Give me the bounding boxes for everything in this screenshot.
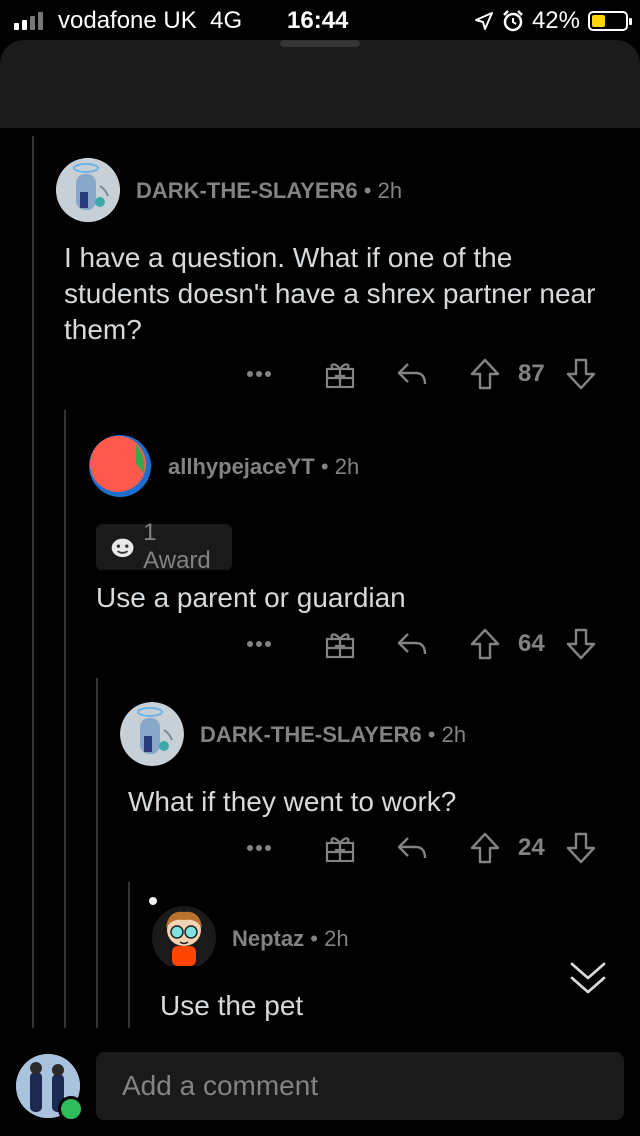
collapse-thread-button[interactable] xyxy=(566,958,610,998)
add-comment-placeholder: Add a comment xyxy=(122,1070,319,1101)
comment-meta: DARK-THE-SLAYER6 • 2h xyxy=(136,178,402,204)
status-right: 42% xyxy=(474,7,632,35)
battery-percent: 42% xyxy=(531,7,580,34)
comment-body: I have a question. What if one of the st… xyxy=(64,242,596,345)
thread-rail[interactable] xyxy=(128,882,130,1028)
give-award-button[interactable] xyxy=(324,828,356,868)
comment-age: 2h xyxy=(334,454,360,479)
avatar[interactable] xyxy=(120,702,184,766)
thread-rail[interactable] xyxy=(96,678,98,1028)
upvote-button[interactable] xyxy=(470,354,500,394)
separator-dot: • xyxy=(320,454,335,479)
drag-handle[interactable] xyxy=(280,40,360,47)
comment-meta: DARK-THE-SLAYER6 • 2h xyxy=(200,722,466,748)
gift-icon xyxy=(325,633,355,659)
status-bar: vodafone UK 4G 16:44 42% xyxy=(0,0,640,40)
vote-score: 64 xyxy=(518,630,545,657)
avatar[interactable] xyxy=(88,434,152,498)
comment-thread: DARK-THE-SLAYER6 • 2h I have a question.… xyxy=(0,128,640,1028)
more-options-button[interactable] xyxy=(246,624,272,664)
comment-composer-bar: Add a comment xyxy=(0,1040,640,1136)
add-comment-input[interactable]: Add a comment xyxy=(96,1052,624,1120)
comment-actions: 87 xyxy=(246,354,606,394)
alarm-icon xyxy=(503,10,523,32)
separator-dot: • xyxy=(310,926,325,951)
user-avatar-icon xyxy=(120,702,184,766)
clock: 16:44 xyxy=(287,7,349,34)
avatar[interactable] xyxy=(149,897,216,970)
upvote-icon xyxy=(470,628,500,660)
upvote-button[interactable] xyxy=(470,828,500,868)
thread-rail[interactable] xyxy=(64,410,66,1028)
reply-button[interactable] xyxy=(396,354,428,394)
downvote-button[interactable] xyxy=(566,624,596,664)
award-badge[interactable]: 1 Award xyxy=(96,519,232,574)
comment-age: 2h xyxy=(377,178,403,203)
more-icon xyxy=(247,371,271,377)
downvote-icon xyxy=(566,628,596,660)
gift-icon xyxy=(325,837,355,863)
thread-rail[interactable] xyxy=(32,136,34,1028)
gift-icon xyxy=(325,363,355,389)
battery-fill xyxy=(592,15,606,27)
upvote-icon xyxy=(470,358,500,390)
comment-meta: Neptaz • 2h xyxy=(232,926,349,952)
online-status-indicator xyxy=(58,1096,84,1122)
comment-actions: 24 xyxy=(246,828,606,868)
battery-icon xyxy=(588,11,632,31)
username[interactable]: allhypejaceYT xyxy=(168,454,315,479)
reply-button[interactable] xyxy=(396,828,428,868)
vote-score: 24 xyxy=(518,834,545,861)
comment-age: 2h xyxy=(441,722,467,747)
comment-age: 2h xyxy=(324,926,349,951)
signal-strength-icon xyxy=(14,12,43,30)
comment-meta: allhypejaceYT • 2h xyxy=(168,454,359,480)
comment-body: Use a parent or guardian xyxy=(96,582,406,613)
downvote-icon xyxy=(566,832,596,864)
username[interactable]: Neptaz xyxy=(232,926,304,951)
give-award-button[interactable] xyxy=(324,354,356,394)
carrier-label: vodafone UK 4G xyxy=(58,7,243,34)
chevron-double-down-icon xyxy=(570,962,606,994)
location-icon xyxy=(474,12,493,30)
username[interactable]: DARK-THE-SLAYER6 xyxy=(200,722,422,747)
downvote-icon xyxy=(566,358,596,390)
reply-button[interactable] xyxy=(396,624,428,664)
reply-icon xyxy=(397,363,427,385)
more-options-button[interactable] xyxy=(246,828,272,868)
comment-actions: 64 xyxy=(246,624,606,664)
more-options-button[interactable] xyxy=(246,354,272,394)
separator-dot: • xyxy=(363,178,378,203)
give-award-button[interactable] xyxy=(324,624,356,664)
downvote-button[interactable] xyxy=(566,354,596,394)
award-count: 1 Award xyxy=(143,519,211,574)
username[interactable]: DARK-THE-SLAYER6 xyxy=(136,178,358,203)
vote-score: 87 xyxy=(518,360,545,387)
user-avatar-icon xyxy=(149,897,216,966)
user-avatar-icon xyxy=(56,158,120,222)
more-icon xyxy=(247,845,271,851)
sheet-header xyxy=(0,40,640,128)
user-avatar-icon xyxy=(89,435,151,497)
comment-body: Use the pet xyxy=(160,990,304,1021)
reply-icon xyxy=(397,633,427,655)
upvote-button[interactable] xyxy=(470,624,500,664)
avatar[interactable] xyxy=(56,158,120,222)
comment-body: What if they went to work? xyxy=(128,786,457,817)
network-type: 4G xyxy=(210,7,243,34)
separator-dot: • xyxy=(427,722,442,747)
upvote-icon xyxy=(470,832,500,864)
downvote-button[interactable] xyxy=(566,828,596,868)
reply-icon xyxy=(397,837,427,859)
more-icon xyxy=(247,641,271,647)
award-icon xyxy=(111,538,134,558)
